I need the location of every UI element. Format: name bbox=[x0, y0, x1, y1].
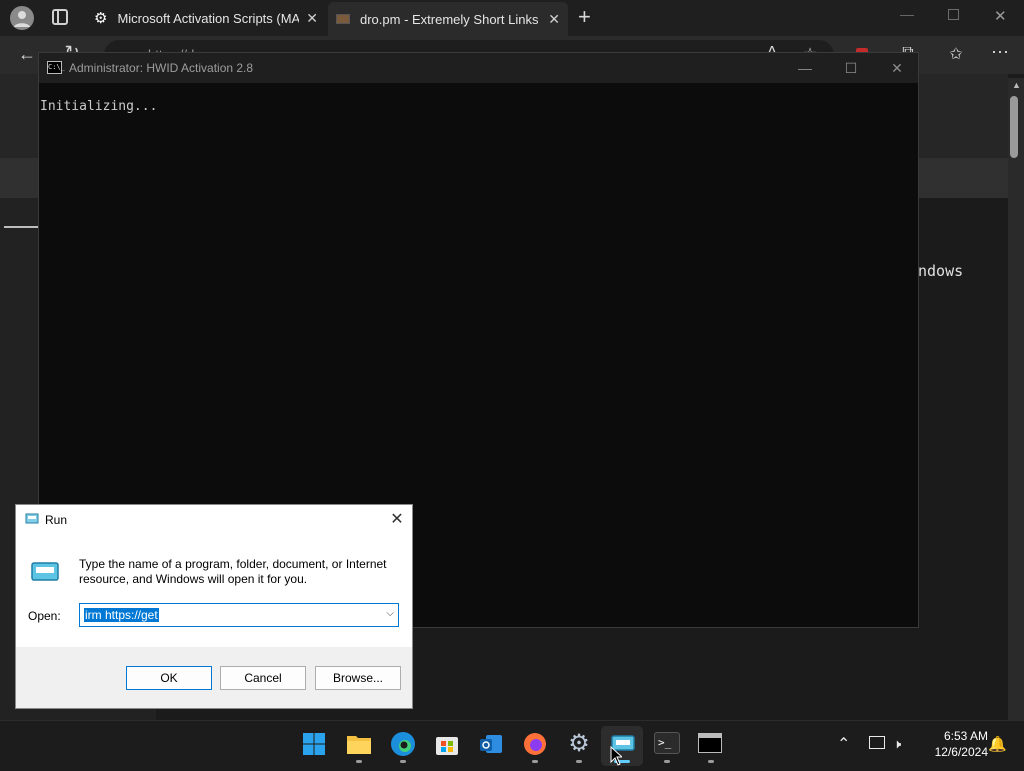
run-open-label: Open: bbox=[28, 609, 61, 623]
console-maximize-button[interactable]: ☐ bbox=[831, 57, 871, 79]
mouse-cursor-icon bbox=[610, 745, 624, 771]
run-dialog[interactable]: Run ✕ Type the name of a program, folder… bbox=[15, 504, 413, 709]
taskbar-indicator bbox=[532, 760, 538, 763]
run-description: Type the name of a program, folder, docu… bbox=[79, 557, 387, 586]
tab-close-icon[interactable]: ✕ bbox=[306, 10, 318, 27]
taskbar-indicator bbox=[664, 760, 670, 763]
clock-time: 6:53 AM bbox=[943, 729, 988, 743]
run-body: Type the name of a program, folder, docu… bbox=[16, 535, 412, 647]
cmd-icon[interactable] bbox=[698, 733, 722, 753]
clock[interactable]: 6:53 AM 12/6/2024 bbox=[918, 728, 988, 760]
start-windows-icon[interactable] bbox=[302, 732, 326, 756]
tab-title: dro.pm - Extremely Short Links bbox=[360, 11, 539, 27]
taskbar-indicator bbox=[400, 760, 406, 763]
notification-bell-icon[interactable]: 🔔 bbox=[988, 735, 1007, 753]
console-titlebar[interactable]: C:\_ Administrator: HWID Activation 2.8 … bbox=[39, 53, 918, 83]
run-title: Run bbox=[45, 513, 68, 527]
scrollbar-thumb[interactable] bbox=[1010, 96, 1018, 158]
browse-button[interactable]: Browse... bbox=[315, 666, 401, 690]
volume-muted-icon[interactable]: 🕨 bbox=[893, 736, 901, 752]
console-close-button[interactable]: ✕ bbox=[877, 57, 917, 79]
run-command-text[interactable]: irm https://get bbox=[84, 608, 159, 622]
favorites-icon[interactable]: ✩ bbox=[944, 44, 968, 64]
tab-dro-pm[interactable]: dro.pm - Extremely Short Links ✕ bbox=[328, 2, 568, 36]
close-icon[interactable]: ✕ bbox=[994, 7, 1007, 25]
minimize-icon[interactable]: — bbox=[900, 6, 914, 22]
edge-icon[interactable] bbox=[390, 731, 416, 757]
new-tab-button[interactable]: + bbox=[578, 4, 591, 30]
run-close-button[interactable]: ✕ bbox=[384, 508, 410, 532]
console-title: Administrator: HWID Activation 2.8 bbox=[69, 61, 254, 75]
clock-date: 12/6/2024 bbox=[934, 745, 988, 759]
page-text-fragment: ndows bbox=[918, 262, 964, 280]
network-icon[interactable] bbox=[869, 736, 885, 749]
outlook-icon[interactable] bbox=[478, 731, 504, 757]
tab-title: Microsoft Activation Scripts (MAS bbox=[117, 10, 300, 26]
console-output: Initializing... bbox=[40, 99, 158, 114]
show-hidden-icons-icon[interactable]: ⌃ bbox=[837, 734, 850, 754]
ok-button[interactable]: OK bbox=[126, 666, 212, 690]
run-program-icon bbox=[31, 562, 59, 581]
cancel-button[interactable]: Cancel bbox=[220, 666, 306, 690]
store-icon[interactable] bbox=[434, 731, 460, 757]
tab-mas[interactable]: ⚙ Microsoft Activation Scripts (MAS ✕ bbox=[86, 4, 326, 32]
back-arrow-icon[interactable]: ← bbox=[15, 44, 39, 65]
console-icon: C:\_ bbox=[47, 61, 65, 74]
firefox-icon[interactable] bbox=[522, 731, 548, 757]
page-scrollbar[interactable]: ▲ bbox=[1008, 78, 1024, 720]
run-command-input[interactable]: irm https://get ⌵ bbox=[79, 603, 399, 627]
more-menu-icon[interactable]: ⋯ bbox=[988, 42, 1012, 63]
restore-icon[interactable] bbox=[948, 9, 959, 20]
tab-close-icon[interactable]: ✕ bbox=[548, 11, 560, 28]
page-icon bbox=[336, 14, 350, 24]
taskbar-indicator bbox=[356, 760, 362, 763]
run-icon bbox=[25, 513, 39, 524]
chevron-down-icon[interactable]: ⌵ bbox=[386, 608, 394, 619]
profile-avatar-icon[interactable] bbox=[10, 6, 34, 30]
console-minimize-button[interactable]: — bbox=[785, 57, 825, 79]
terminal-icon[interactable]: >_ bbox=[654, 732, 680, 754]
taskbar-indicator bbox=[708, 760, 714, 763]
tab-actions-icon[interactable] bbox=[52, 9, 68, 25]
run-titlebar[interactable]: Run ✕ bbox=[16, 505, 412, 535]
taskbar-indicator bbox=[576, 760, 582, 763]
gear-icon: ⚙ bbox=[94, 10, 108, 27]
tab-strip: ⚙ Microsoft Activation Scripts (MAS ✕ dr… bbox=[0, 0, 1024, 36]
file-explorer-icon[interactable] bbox=[346, 733, 372, 755]
settings-gear-icon[interactable]: ⚙ bbox=[566, 731, 592, 757]
